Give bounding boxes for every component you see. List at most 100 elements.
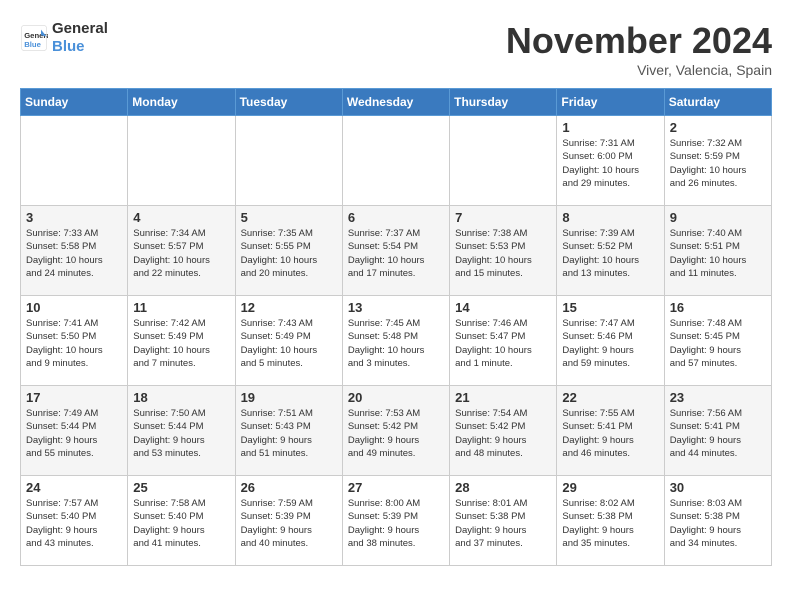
day-cell: 16 Sunrise: 7:48 AM Sunset: 5:45 PM Dayli… bbox=[664, 296, 771, 386]
day-number: 15 bbox=[562, 300, 658, 315]
day-info: Sunrise: 7:45 AM Sunset: 5:48 PM Dayligh… bbox=[348, 317, 444, 370]
calendar-table: SundayMondayTuesdayWednesdayThursdayFrid… bbox=[20, 88, 772, 566]
day-cell bbox=[342, 116, 449, 206]
day-info: Sunrise: 7:40 AM Sunset: 5:51 PM Dayligh… bbox=[670, 227, 766, 280]
day-info: Sunrise: 7:55 AM Sunset: 5:41 PM Dayligh… bbox=[562, 407, 658, 460]
week-row-5: 24 Sunrise: 7:57 AM Sunset: 5:40 PM Dayli… bbox=[21, 476, 772, 566]
day-cell: 26 Sunrise: 7:59 AM Sunset: 5:39 PM Dayli… bbox=[235, 476, 342, 566]
svg-text:Blue: Blue bbox=[24, 40, 41, 49]
day-info: Sunrise: 7:46 AM Sunset: 5:47 PM Dayligh… bbox=[455, 317, 551, 370]
day-number: 14 bbox=[455, 300, 551, 315]
day-number: 16 bbox=[670, 300, 766, 315]
logo-icon: General Blue bbox=[20, 24, 48, 52]
day-number: 9 bbox=[670, 210, 766, 225]
day-cell: 4Sunrise: 7:34 AM Sunset: 5:57 PM Daylig… bbox=[128, 206, 235, 296]
day-number: 4 bbox=[133, 210, 229, 225]
day-cell: 28 Sunrise: 8:01 AM Sunset: 5:38 PM Dayli… bbox=[450, 476, 557, 566]
day-number: 29 bbox=[562, 480, 658, 495]
header-saturday: Saturday bbox=[664, 89, 771, 116]
day-info: Sunrise: 7:56 AM Sunset: 5:41 PM Dayligh… bbox=[670, 407, 766, 460]
day-number: 19 bbox=[241, 390, 337, 405]
day-cell: 5 Sunrise: 7:35 AM Sunset: 5:55 PM Daylig… bbox=[235, 206, 342, 296]
day-cell: 25 Sunrise: 7:58 AM Sunset: 5:40 PM Dayli… bbox=[128, 476, 235, 566]
day-cell: 29Sunrise: 8:02 AM Sunset: 5:38 PM Dayli… bbox=[557, 476, 664, 566]
day-number: 2 bbox=[670, 120, 766, 135]
day-info: Sunrise: 7:58 AM Sunset: 5:40 PM Dayligh… bbox=[133, 497, 229, 550]
day-info: Sunrise: 7:59 AM Sunset: 5:39 PM Dayligh… bbox=[241, 497, 337, 550]
day-number: 10 bbox=[26, 300, 122, 315]
day-cell bbox=[128, 116, 235, 206]
header-thursday: Thursday bbox=[450, 89, 557, 116]
day-info: Sunrise: 7:38 AM Sunset: 5:53 PM Dayligh… bbox=[455, 227, 551, 280]
day-cell: 21Sunrise: 7:54 AM Sunset: 5:42 PM Dayli… bbox=[450, 386, 557, 476]
day-cell: 9 Sunrise: 7:40 AM Sunset: 5:51 PM Daylig… bbox=[664, 206, 771, 296]
day-cell: 15 Sunrise: 7:47 AM Sunset: 5:46 PM Dayli… bbox=[557, 296, 664, 386]
day-info: Sunrise: 7:43 AM Sunset: 5:49 PM Dayligh… bbox=[241, 317, 337, 370]
day-cell: 13Sunrise: 7:45 AM Sunset: 5:48 PM Dayli… bbox=[342, 296, 449, 386]
day-cell: 22 Sunrise: 7:55 AM Sunset: 5:41 PM Dayli… bbox=[557, 386, 664, 476]
day-info: Sunrise: 7:39 AM Sunset: 5:52 PM Dayligh… bbox=[562, 227, 658, 280]
page-header: General Blue General Blue November 2024 … bbox=[20, 20, 772, 78]
day-info: Sunrise: 7:42 AM Sunset: 5:49 PM Dayligh… bbox=[133, 317, 229, 370]
day-number: 26 bbox=[241, 480, 337, 495]
day-info: Sunrise: 7:47 AM Sunset: 5:46 PM Dayligh… bbox=[562, 317, 658, 370]
month-title: November 2024 bbox=[506, 20, 772, 62]
week-row-4: 17 Sunrise: 7:49 AM Sunset: 5:44 PM Dayli… bbox=[21, 386, 772, 476]
day-number: 11 bbox=[133, 300, 229, 315]
day-number: 27 bbox=[348, 480, 444, 495]
header-row: SundayMondayTuesdayWednesdayThursdayFrid… bbox=[21, 89, 772, 116]
day-info: Sunrise: 7:53 AM Sunset: 5:42 PM Dayligh… bbox=[348, 407, 444, 460]
logo-general: General bbox=[52, 20, 108, 37]
day-number: 25 bbox=[133, 480, 229, 495]
day-info: Sunrise: 7:35 AM Sunset: 5:55 PM Dayligh… bbox=[241, 227, 337, 280]
day-number: 24 bbox=[26, 480, 122, 495]
day-info: Sunrise: 7:57 AM Sunset: 5:40 PM Dayligh… bbox=[26, 497, 122, 550]
day-info: Sunrise: 7:41 AM Sunset: 5:50 PM Dayligh… bbox=[26, 317, 122, 370]
day-number: 6 bbox=[348, 210, 444, 225]
day-cell: 20 Sunrise: 7:53 AM Sunset: 5:42 PM Dayli… bbox=[342, 386, 449, 476]
day-number: 22 bbox=[562, 390, 658, 405]
day-number: 7 bbox=[455, 210, 551, 225]
header-sunday: Sunday bbox=[21, 89, 128, 116]
day-cell: 19 Sunrise: 7:51 AM Sunset: 5:43 PM Dayli… bbox=[235, 386, 342, 476]
day-cell: 24 Sunrise: 7:57 AM Sunset: 5:40 PM Dayli… bbox=[21, 476, 128, 566]
day-cell: 12Sunrise: 7:43 AM Sunset: 5:49 PM Dayli… bbox=[235, 296, 342, 386]
day-cell bbox=[21, 116, 128, 206]
day-cell: 10 Sunrise: 7:41 AM Sunset: 5:50 PM Dayli… bbox=[21, 296, 128, 386]
day-number: 8 bbox=[562, 210, 658, 225]
logo: General Blue General Blue bbox=[20, 20, 108, 56]
day-cell: 6 Sunrise: 7:37 AM Sunset: 5:54 PM Daylig… bbox=[342, 206, 449, 296]
day-cell: 23 Sunrise: 7:56 AM Sunset: 5:41 PM Dayli… bbox=[664, 386, 771, 476]
day-number: 23 bbox=[670, 390, 766, 405]
day-info: Sunrise: 7:33 AM Sunset: 5:58 PM Dayligh… bbox=[26, 227, 122, 280]
day-number: 5 bbox=[241, 210, 337, 225]
day-cell: 30Sunrise: 8:03 AM Sunset: 5:38 PM Dayli… bbox=[664, 476, 771, 566]
header-wednesday: Wednesday bbox=[342, 89, 449, 116]
day-info: Sunrise: 7:51 AM Sunset: 5:43 PM Dayligh… bbox=[241, 407, 337, 460]
title-block: November 2024 Viver, Valencia, Spain bbox=[506, 20, 772, 78]
week-row-1: 1Sunrise: 7:31 AM Sunset: 6:00 PM Daylig… bbox=[21, 116, 772, 206]
day-number: 1 bbox=[562, 120, 658, 135]
day-number: 28 bbox=[455, 480, 551, 495]
location: Viver, Valencia, Spain bbox=[506, 62, 772, 78]
day-cell: 27 Sunrise: 8:00 AM Sunset: 5:39 PM Dayli… bbox=[342, 476, 449, 566]
day-cell: 3Sunrise: 7:33 AM Sunset: 5:58 PM Daylig… bbox=[21, 206, 128, 296]
header-monday: Monday bbox=[128, 89, 235, 116]
day-info: Sunrise: 7:32 AM Sunset: 5:59 PM Dayligh… bbox=[670, 137, 766, 190]
day-info: Sunrise: 7:48 AM Sunset: 5:45 PM Dayligh… bbox=[670, 317, 766, 370]
day-info: Sunrise: 7:49 AM Sunset: 5:44 PM Dayligh… bbox=[26, 407, 122, 460]
day-info: Sunrise: 7:37 AM Sunset: 5:54 PM Dayligh… bbox=[348, 227, 444, 280]
day-cell: 11 Sunrise: 7:42 AM Sunset: 5:49 PM Dayli… bbox=[128, 296, 235, 386]
day-number: 17 bbox=[26, 390, 122, 405]
day-cell: 7 Sunrise: 7:38 AM Sunset: 5:53 PM Daylig… bbox=[450, 206, 557, 296]
week-row-3: 10 Sunrise: 7:41 AM Sunset: 5:50 PM Dayli… bbox=[21, 296, 772, 386]
day-cell: 8 Sunrise: 7:39 AM Sunset: 5:52 PM Daylig… bbox=[557, 206, 664, 296]
week-row-2: 3Sunrise: 7:33 AM Sunset: 5:58 PM Daylig… bbox=[21, 206, 772, 296]
day-number: 20 bbox=[348, 390, 444, 405]
day-number: 30 bbox=[670, 480, 766, 495]
day-cell bbox=[235, 116, 342, 206]
day-info: Sunrise: 7:54 AM Sunset: 5:42 PM Dayligh… bbox=[455, 407, 551, 460]
day-cell bbox=[450, 116, 557, 206]
day-info: Sunrise: 8:00 AM Sunset: 5:39 PM Dayligh… bbox=[348, 497, 444, 550]
day-info: Sunrise: 8:01 AM Sunset: 5:38 PM Dayligh… bbox=[455, 497, 551, 550]
